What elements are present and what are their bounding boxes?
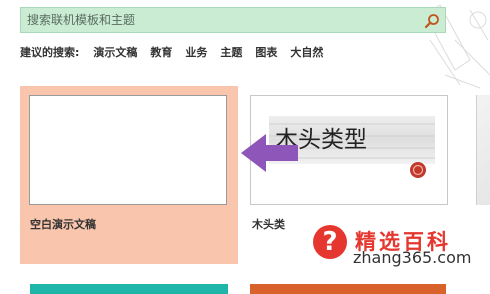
template-title-wood: 木头类: [252, 218, 285, 231]
template-title-blank: 空白演示文稿: [30, 218, 96, 231]
search-icon: [424, 14, 439, 29]
question-mark-icon: ?: [313, 225, 347, 259]
suggested-searches-label: 建议的搜索:: [20, 46, 80, 59]
search-bar: [20, 7, 446, 33]
seal-icon: [410, 162, 426, 178]
search-input[interactable]: [27, 11, 417, 29]
left-arrow-icon: [241, 134, 298, 172]
template-thumbnail-blank[interactable]: [29, 95, 227, 205]
suggestion-business[interactable]: 业务: [185, 44, 207, 60]
watermark-url: zhang365.com: [353, 248, 472, 267]
suggestion-charts[interactable]: 图表: [255, 44, 277, 60]
watermark-logo: ? 精选百科 zhang365.com: [295, 214, 490, 282]
template-thumbnail-orange-partial[interactable]: [250, 284, 446, 294]
suggestion-nature[interactable]: 大自然: [290, 44, 323, 60]
suggestion-themes[interactable]: 主题: [220, 44, 242, 60]
template-thumbnail-teal-partial[interactable]: [30, 284, 228, 294]
suggestion-presentation[interactable]: 演示文稿: [93, 44, 137, 60]
search-button[interactable]: [422, 11, 442, 31]
suggestion-education[interactable]: 教育: [150, 44, 172, 60]
template-thumbnail-next[interactable]: [476, 95, 490, 205]
suggested-searches: 建议的搜索: 演示文稿 教育 业务 主题 图表 大自然: [20, 44, 336, 60]
